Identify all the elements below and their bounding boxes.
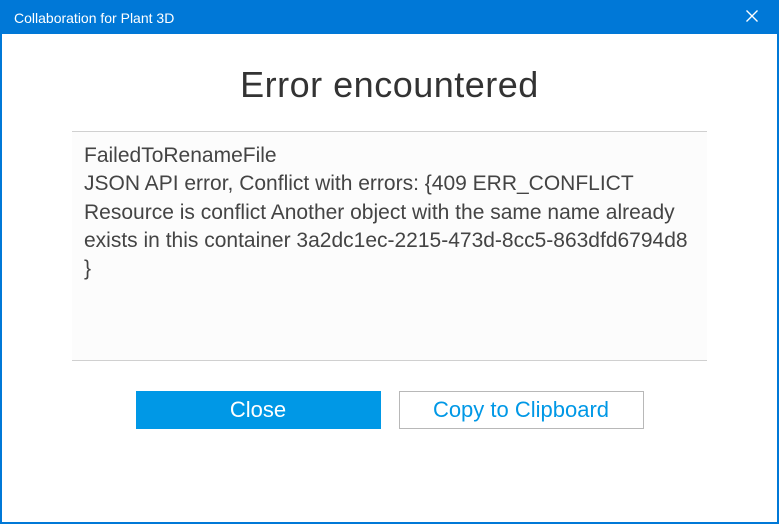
dialog-content: Error encountered FailedToRenameFile JSO…: [2, 34, 777, 522]
button-row: Close Copy to Clipboard: [72, 361, 707, 454]
error-message-text: FailedToRenameFile JSON API error, Confl…: [84, 142, 695, 284]
copy-to-clipboard-button[interactable]: Copy to Clipboard: [399, 391, 644, 429]
error-message-box: FailedToRenameFile JSON API error, Confl…: [72, 131, 707, 361]
close-icon[interactable]: [737, 10, 767, 26]
window-title: Collaboration for Plant 3D: [14, 10, 737, 26]
dialog-heading: Error encountered: [72, 64, 707, 106]
close-button[interactable]: Close: [136, 391, 381, 429]
titlebar: Collaboration for Plant 3D: [2, 2, 777, 34]
